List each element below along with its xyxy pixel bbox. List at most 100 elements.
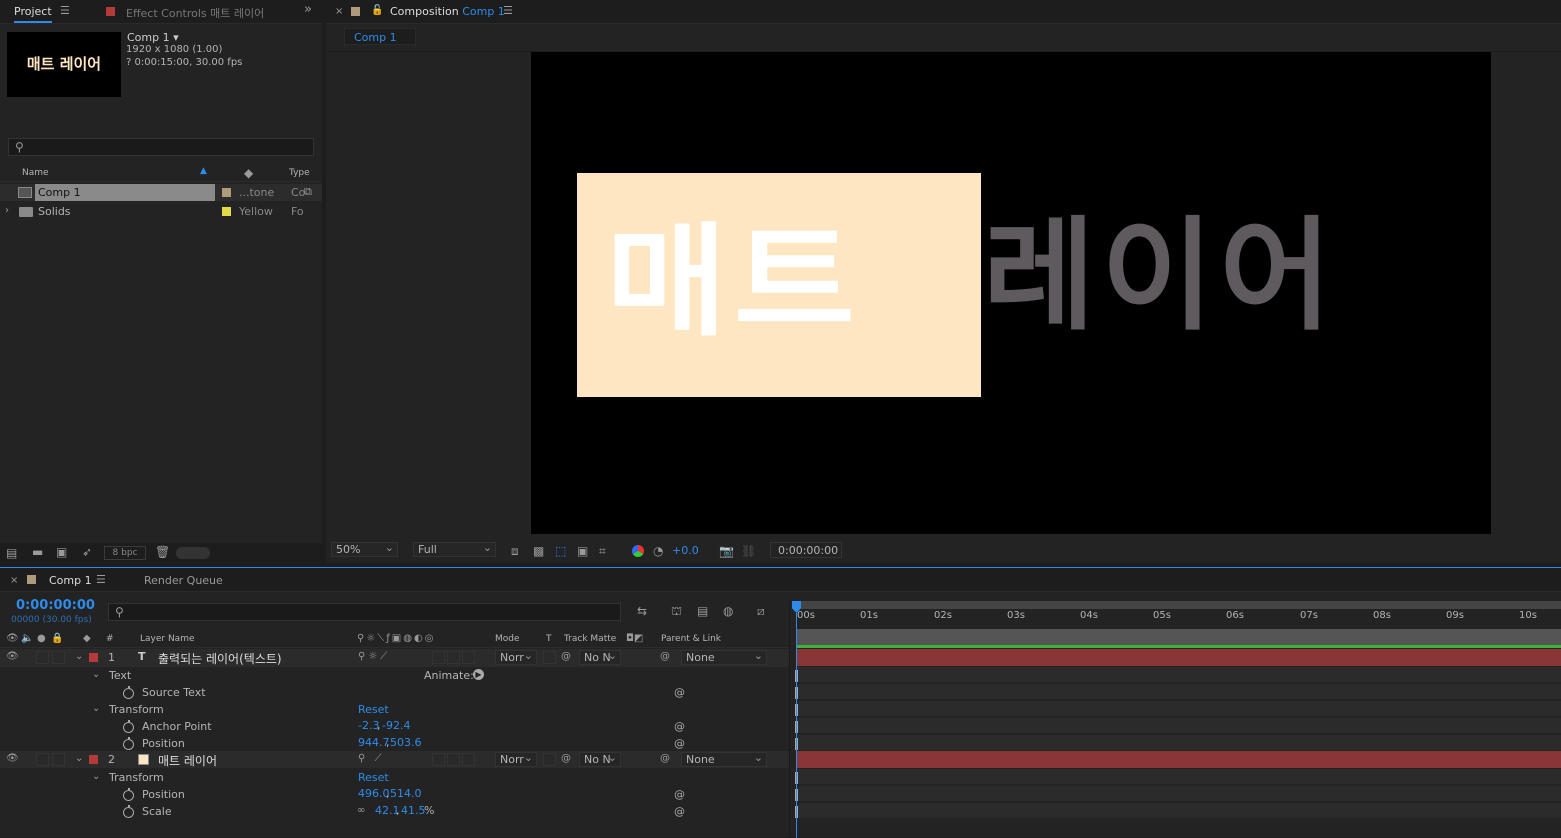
zoom-dropdown[interactable]: 50% [331,541,398,557]
video-eye-icon[interactable]: 👁 [6,633,19,645]
mask-visibility-icon[interactable]: ⬚ [555,545,566,557]
comp-viewer[interactable]: 매트 레이어 [531,52,1491,534]
comp-menu-icon[interactable]: ☰ [503,5,513,17]
tab-render-queue[interactable]: Render Queue [144,574,223,587]
layer2-parent-pickwhip-icon[interactable]: @ [660,753,670,765]
layer2-switches[interactable]: ⚲ ⟋ [358,753,385,765]
overflow-chevron-icon[interactable]: » [304,3,312,16]
panel-scrollbar[interactable] [176,547,210,559]
work-area-bar[interactable] [797,601,1561,609]
viewer-timecode[interactable]: 0:00:00:00 [770,542,842,558]
layer1-collapse-chevron-icon[interactable]: ⌄ [75,651,83,663]
project-search-input[interactable]: ⚲ [8,138,314,156]
panel-menu-icon[interactable]: ☰ [60,5,70,17]
stopwatch-icon[interactable] [123,686,134,699]
label-tag-icon[interactable]: ◆ [244,167,253,179]
bpc-button[interactable]: 8 bpc [104,546,146,560]
comp-info-name[interactable]: Comp 1 ▾ [127,31,179,44]
tab-project[interactable]: Project [14,5,52,23]
layer1-mode-dropdown[interactable]: Norr [495,649,537,665]
interpret-footage-icon[interactable]: ▤ [6,547,17,559]
solids-item-swatch[interactable] [222,207,231,216]
layer1-duration-bar[interactable] [797,649,1561,666]
new-comp-icon[interactable]: ▣ [56,546,67,558]
col-type[interactable]: Type [289,168,310,178]
layer2-visibility-eye-icon[interactable]: 👁 [6,753,19,765]
expression-pickwhip-icon[interactable]: @ [674,737,685,750]
layer-search-input[interactable]: ⚲ [108,603,621,621]
layer2-collapse-chevron-icon[interactable]: ⌄ [75,753,83,765]
reset-exposure-icon[interactable]: ◔ [653,545,663,557]
layer2-switch-box[interactable] [432,753,445,766]
snapshot-camera-icon[interactable]: 📷 [719,545,734,557]
motion-blur-icon[interactable]: ◍ [723,605,733,617]
layer2-duration-bar[interactable] [797,751,1561,768]
transparency-grid-icon[interactable]: ▩ [533,545,544,557]
layer2-solo-toggle[interactable] [36,753,49,766]
layer2-lock-toggle[interactable] [52,753,65,766]
layer2-mode-dropdown[interactable]: Norr [495,751,537,767]
text-group-chevron-icon[interactable]: ⌄ [92,669,100,681]
channel-rgb-icon[interactable] [632,545,644,557]
sort-up-icon[interactable]: ▲ [200,166,207,176]
layer1-switch-box[interactable] [462,651,475,664]
layer1-name[interactable]: 출력되는 레이어(텍스트) [158,650,282,667]
solo-icon[interactable]: ● [37,633,46,645]
transform-label[interactable]: Transform [109,771,164,784]
transform-reset[interactable]: Reset [358,703,389,716]
constrain-proportions-link-icon[interactable]: ∞ [357,805,365,817]
transform-label[interactable]: Transform [109,703,164,716]
label-column-icon[interactable]: ◆ [83,633,91,645]
new-folder-icon[interactable]: ▬ [32,546,43,558]
layer1-switch-box[interactable] [447,651,460,664]
close-timeline-tab-icon[interactable]: × [10,575,18,587]
layer1-visibility-eye-icon[interactable]: 👁 [6,651,19,663]
show-snapshot-icon[interactable]: ⛓ [741,545,756,557]
transform-reset[interactable]: Reset [358,771,389,784]
comp-breadcrumb-tab[interactable]: Comp 1 [344,28,416,45]
trash-icon[interactable]: 🗑 [155,546,170,558]
expression-pickwhip-icon[interactable]: @ [674,686,685,699]
expression-pickwhip-icon[interactable]: @ [674,805,685,818]
time-ruler[interactable]: 00s 01s 02s 03s 04s 05s 06s 07s 08s 09s … [797,609,1561,629]
layer2-parent-dropdown[interactable]: None [681,751,767,767]
transform-chevron-icon[interactable]: ⌄ [92,771,100,783]
col-name[interactable]: Name [22,168,49,178]
tab-timeline-comp[interactable]: Comp 1 [49,574,92,587]
flowchart-icon[interactable]: ⧉ [304,186,312,198]
comp-item-name[interactable]: Comp 1 [35,184,215,201]
comp-item-swatch[interactable] [222,188,231,197]
resolution-dropdown[interactable]: Full [413,541,496,557]
layer2-track-matte-dropdown[interactable]: No N [579,751,621,767]
stopwatch-icon[interactable] [123,788,134,801]
region-of-interest-icon[interactable]: ▣ [577,545,588,557]
layer1-solo-toggle[interactable] [36,651,49,664]
stopwatch-icon[interactable] [123,805,134,818]
timeline-menu-icon[interactable]: ☰ [96,574,106,586]
transform-chevron-icon[interactable]: ⌄ [92,703,100,715]
graph-editor-icon[interactable]: ⧄ [757,605,765,617]
expand-chevron-icon[interactable]: › [5,205,9,217]
animate-play-icon[interactable]: ▶ [473,669,484,680]
close-tab-icon[interactable]: × [335,6,343,18]
layer1-label-swatch[interactable] [89,653,98,662]
time-navigator[interactable] [797,629,1561,645]
project-item-comp[interactable]: Comp 1 ...tone Co ⧉ [0,184,322,201]
layer2-switch-box[interactable] [462,753,475,766]
text-group-label[interactable]: Text [109,669,131,682]
layer2-matte-pickwhip-icon[interactable]: @ [561,753,571,765]
layer1-parent-dropdown[interactable]: None [681,649,767,665]
position-x-value[interactable]: 944.7 [358,736,390,749]
position-y-value[interactable]: 503.6 [390,736,422,749]
layer2-switch-box[interactable] [447,753,460,766]
layer1-parent-pickwhip-icon[interactable]: @ [660,651,670,663]
layer1-lock-toggle[interactable] [52,651,65,664]
timeline-splitter[interactable] [789,601,790,838]
layer1-preserve-transparency[interactable] [543,651,556,664]
tab-effect-controls[interactable]: Effect Controls 매트 레이어 [126,5,264,21]
col-layer-name[interactable]: Layer Name [140,634,195,644]
stopwatch-icon[interactable] [123,737,134,750]
draft-3d-icon[interactable]: ⛫ [671,605,682,617]
frame-blending-icon[interactable]: ▤ [697,605,708,617]
anchor-y-value[interactable]: -92.4 [382,719,410,732]
